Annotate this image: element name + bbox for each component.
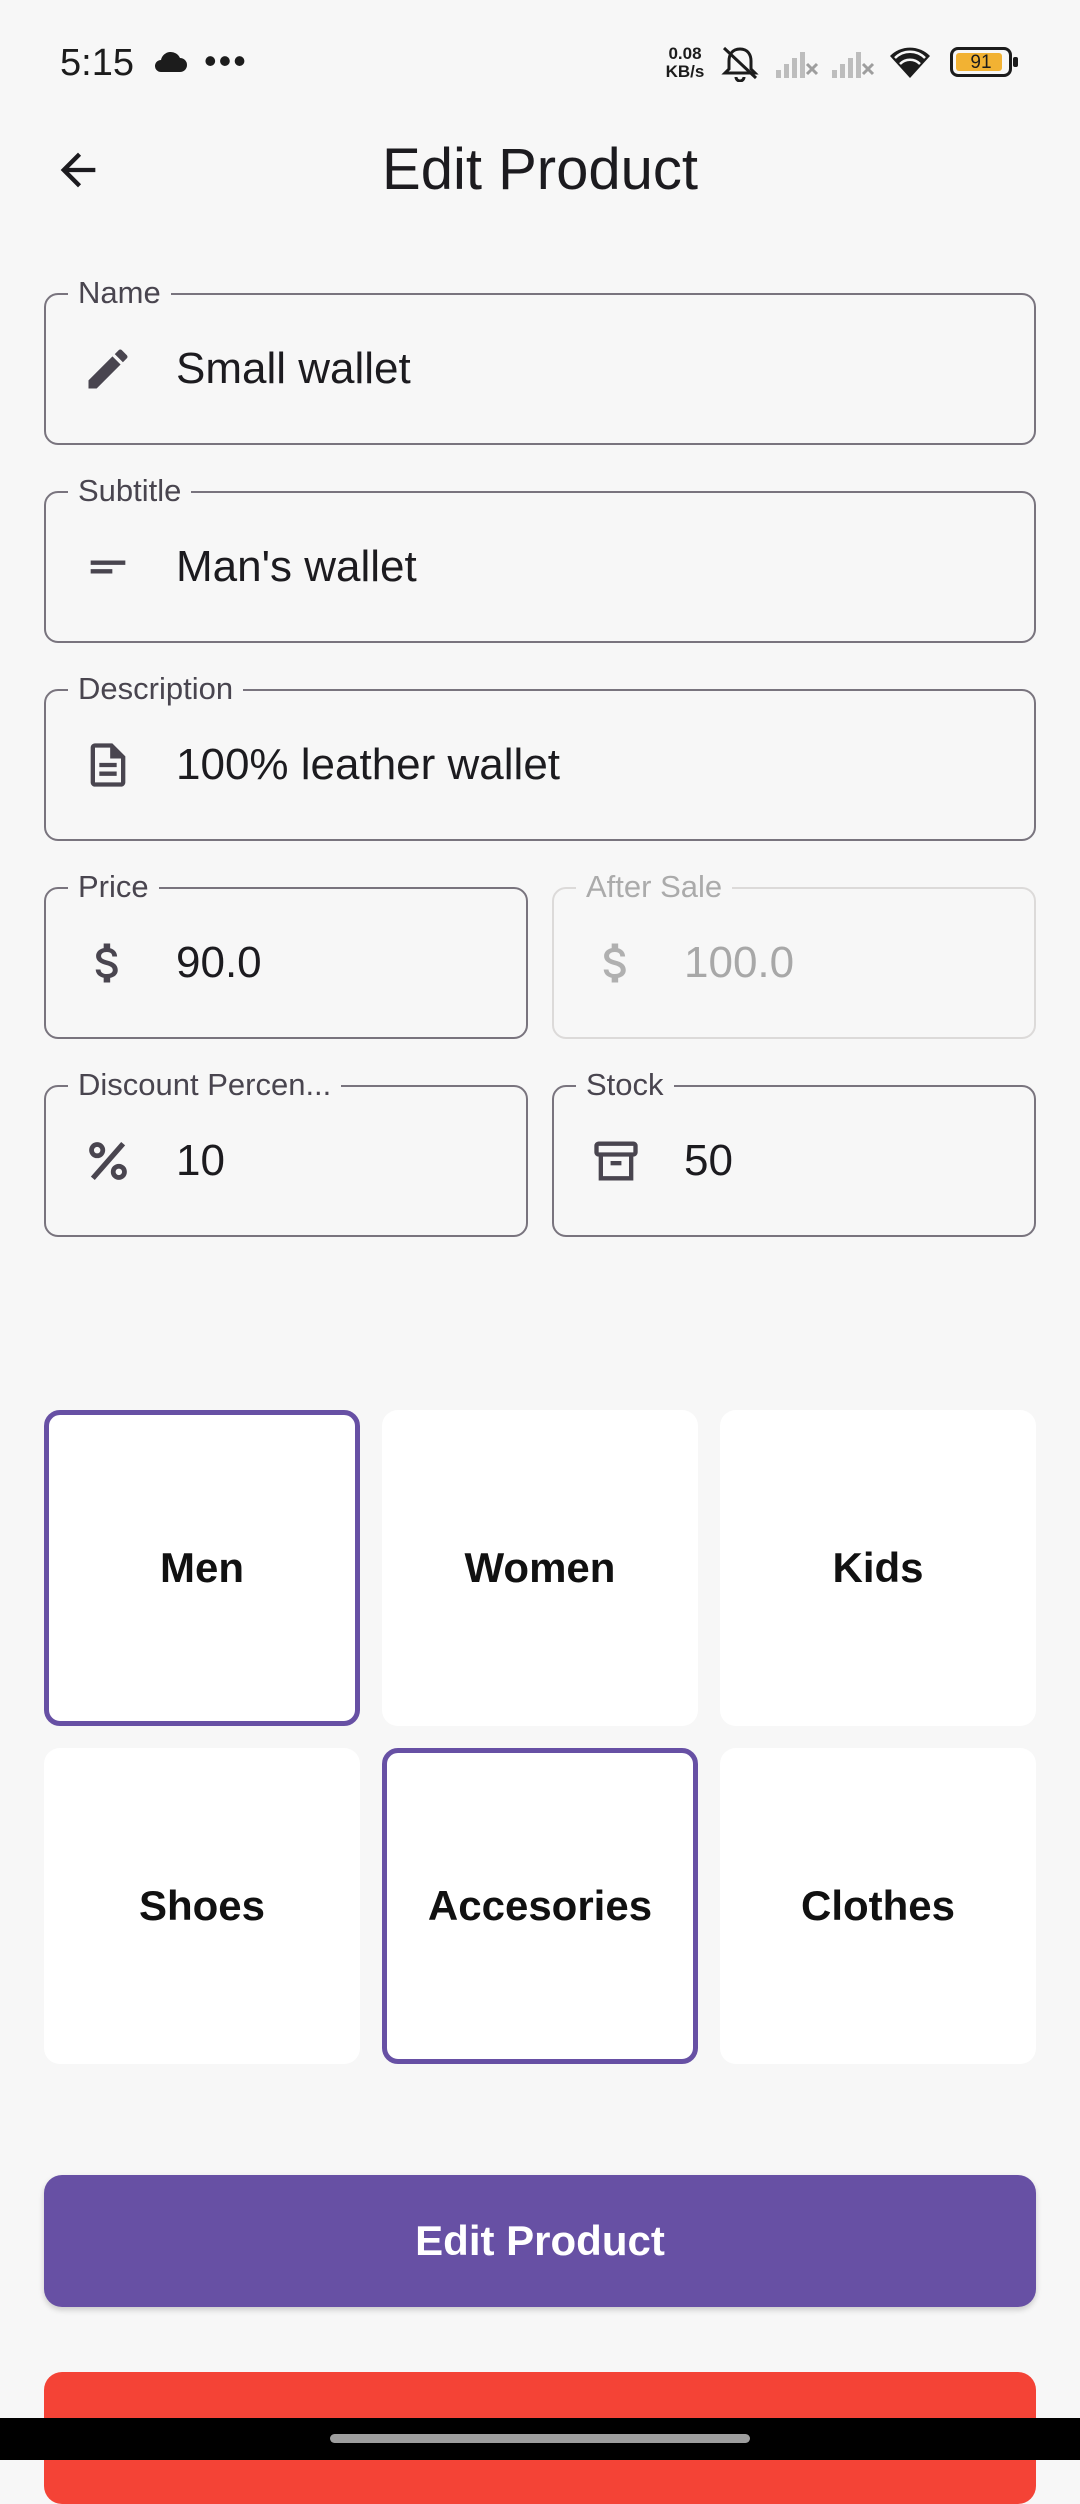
battery-icon: 91: [950, 47, 1018, 77]
discount-label: Discount Percen...: [68, 1065, 342, 1105]
home-gesture-handle[interactable]: [330, 2434, 750, 2443]
category-accesories[interactable]: Accesories: [382, 1748, 698, 2064]
description-input[interactable]: 100% leather wallet: [176, 740, 560, 790]
signal-off-icon: [776, 52, 819, 78]
category-label: Accesories: [427, 1882, 653, 1929]
edit-product-button[interactable]: Edit Product: [44, 2175, 1036, 2307]
discount-input[interactable]: 10: [176, 1136, 225, 1186]
name-field[interactable]: Name Small wallet: [44, 273, 1036, 445]
signal-off-icon-2: [832, 52, 875, 78]
price-field[interactable]: Price 90.0: [44, 867, 528, 1039]
category-kids[interactable]: Kids: [720, 1410, 1036, 1726]
status-time: 5:15: [60, 42, 134, 84]
archive-box-icon: [590, 1135, 642, 1187]
category-clothes[interactable]: Clothes: [720, 1748, 1036, 2064]
network-speed: 0.08 KB/s: [660, 45, 710, 81]
category-label: Men: [160, 1544, 244, 1591]
category-shoes[interactable]: Shoes: [44, 1748, 360, 2064]
system-nav-bar: [0, 2418, 1080, 2460]
more-notifications-icon: •••: [204, 40, 248, 81]
document-icon: [82, 739, 134, 791]
percent-icon: [82, 1135, 134, 1187]
stock-label: Stock: [576, 1065, 674, 1105]
category-men[interactable]: Men: [44, 1410, 360, 1726]
discount-field[interactable]: Discount Percen... 10: [44, 1065, 528, 1237]
subtitle-field[interactable]: Subtitle Man's wallet: [44, 471, 1036, 643]
stock-input[interactable]: 50: [684, 1136, 733, 1186]
after-sale-label: After Sale: [576, 867, 733, 907]
battery-level: 91: [970, 52, 992, 73]
cloud-icon: [155, 51, 187, 72]
edit-product-label: Edit Product: [415, 2217, 665, 2264]
price-input[interactable]: 90.0: [176, 938, 262, 988]
category-label: Women: [464, 1544, 616, 1591]
name-label: Name: [68, 273, 171, 313]
dollar-icon: [82, 937, 134, 989]
name-input[interactable]: Small wallet: [176, 344, 411, 394]
after-sale-field: After Sale 100.0: [552, 867, 1036, 1039]
category-label: Shoes: [138, 1882, 266, 1929]
bell-off-icon: [721, 46, 759, 82]
wifi-icon: [890, 47, 930, 78]
stock-field[interactable]: Stock 50: [552, 1065, 1036, 1237]
after-sale-input: 100.0: [684, 938, 795, 987]
short-text-icon: [82, 541, 134, 593]
network-speed-unit: KB/s: [665, 62, 705, 81]
page-title: Edit Product: [382, 137, 698, 202]
category-women[interactable]: Women: [382, 1410, 698, 1726]
category-label: Kids: [832, 1544, 924, 1591]
status-bar: 5:15 ••• 0.08 KB/s 91: [0, 0, 1080, 130]
subtitle-input[interactable]: Man's wallet: [176, 542, 417, 592]
description-label: Description: [68, 669, 244, 709]
subtitle-label: Subtitle: [68, 471, 192, 511]
dollar-icon: [590, 937, 642, 989]
pencil-icon: [82, 343, 134, 395]
description-field[interactable]: Description 100% leather wallet: [44, 669, 1036, 841]
network-speed-value: 0.08: [668, 44, 702, 63]
price-label: Price: [68, 867, 159, 907]
category-label: Clothes: [800, 1882, 955, 1929]
